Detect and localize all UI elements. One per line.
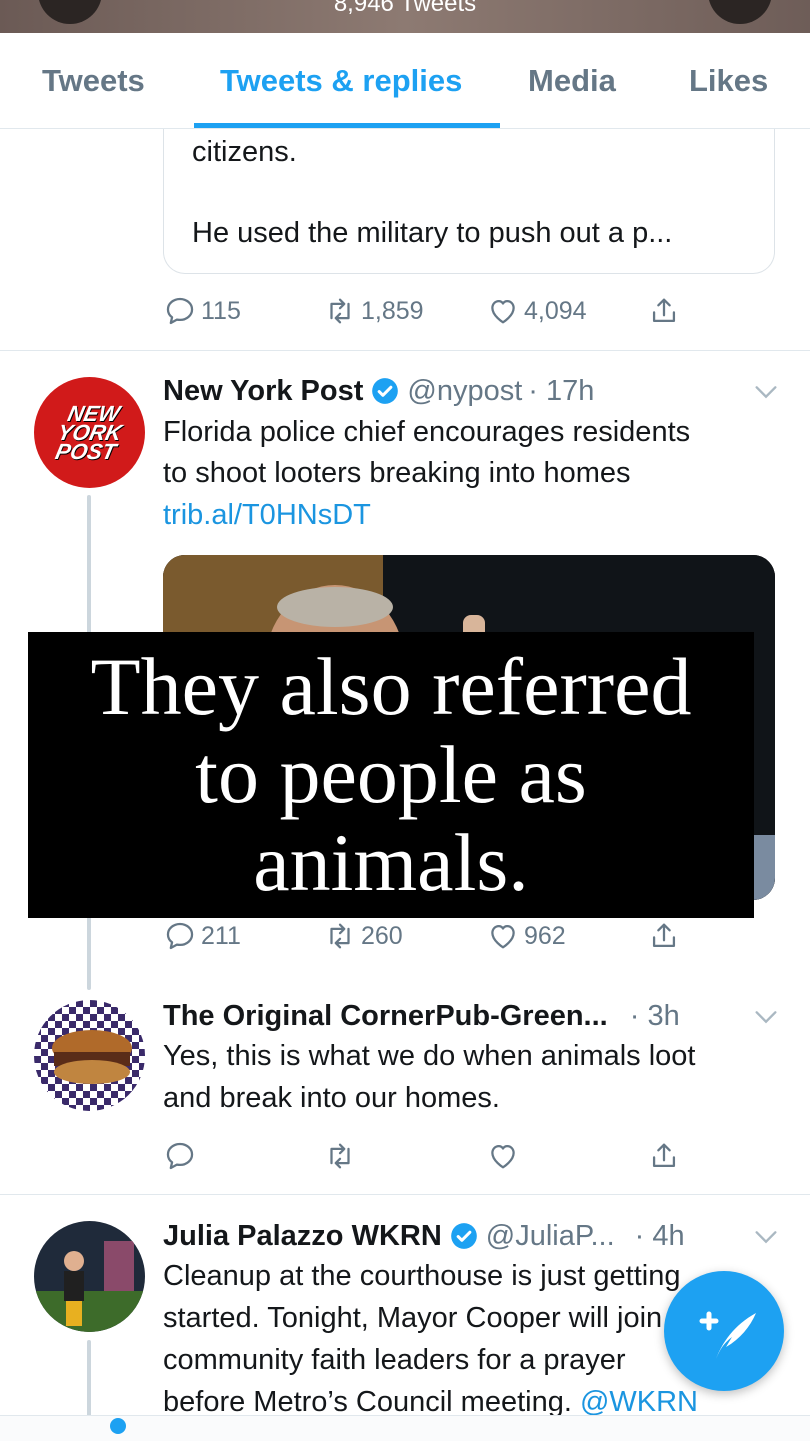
like-button[interactable]: 4,094 — [486, 291, 587, 331]
tweet-time: · 4h — [634, 1219, 685, 1252]
share-button[interactable] — [647, 1136, 681, 1176]
reply-icon — [166, 922, 194, 950]
reply-count: 115 — [201, 296, 241, 325]
tweet-actions: 115 1,859 4,094 — [163, 291, 703, 331]
thread-connector — [87, 1340, 91, 1420]
logo-text: POST — [52, 439, 119, 464]
caption-line: They also referred — [90, 641, 692, 732]
like-count: 4,094 — [524, 296, 587, 325]
profile-tabs: Tweets Tweets & replies Media Likes — [0, 33, 810, 129]
compose-tweet-button[interactable] — [664, 1271, 784, 1391]
retweet-button[interactable]: 260 — [323, 916, 403, 956]
quoted-tweet-text-line: He used the military to push out a p... — [192, 217, 673, 249]
tweet-text-line: and break into our homes. — [163, 1082, 500, 1114]
tweet-actions: 211 260 962 — [163, 916, 703, 956]
retweet-button[interactable] — [323, 1136, 357, 1176]
tweet-time: · 17h — [528, 374, 595, 407]
heart-icon — [491, 924, 515, 949]
heart-icon — [491, 299, 515, 324]
chevron-down-icon[interactable] — [752, 1223, 780, 1251]
tweet-text-line: to shoot looters breaking into homes — [163, 457, 631, 489]
bottom-tab-bar — [0, 1415, 810, 1441]
avatar-image — [34, 1221, 145, 1332]
tweet-header: The Original CornerPub-Green... · 3h — [163, 996, 680, 1036]
quoted-tweet-text-line: citizens. — [192, 136, 297, 168]
display-name[interactable]: New York Post — [163, 375, 363, 408]
verified-badge-icon — [372, 378, 399, 404]
retweet-count: 1,859 — [361, 296, 424, 325]
tweet-header: Julia Palazzo WKRN @JuliaP... · 4h — [163, 1216, 685, 1256]
tweet-text-line: Cleanup at the courthouse is just gettin… — [163, 1260, 681, 1292]
user-handle[interactable]: @nypost — [407, 375, 522, 408]
reply-button[interactable]: 115 — [163, 291, 241, 331]
tweet-text-line: started. Tonight, Mayor Cooper will join — [163, 1302, 663, 1334]
tweet-header: New York Post @nypost · 17h — [163, 371, 594, 411]
tweet-text: before Metro’s Council meeting. — [163, 1386, 572, 1418]
tweet-count: 8,946 Tweets — [333, 0, 477, 17]
quoted-tweet-card[interactable]: citizens. He used the military to push o… — [163, 110, 775, 274]
retweet-count: 260 — [361, 921, 403, 950]
share-icon — [652, 1143, 676, 1168]
tab-tweets-and-replies[interactable]: Tweets & replies — [220, 63, 462, 99]
profile-menu-button[interactable] — [708, 0, 772, 24]
tab-tweets[interactable]: Tweets — [42, 63, 145, 99]
retweet-button[interactable]: 1,859 — [323, 291, 424, 331]
share-button[interactable] — [647, 291, 681, 331]
avatar-image — [34, 1000, 145, 1111]
profile-header-strip: 8,946 Tweets — [0, 0, 810, 33]
tweet-divider — [0, 1194, 810, 1195]
tweet-actions — [163, 1136, 703, 1176]
reply-button[interactable] — [163, 1136, 197, 1176]
retweet-icon — [330, 1143, 350, 1169]
tab-media[interactable]: Media — [528, 63, 616, 99]
avatar[interactable] — [34, 1000, 145, 1111]
retweet-icon — [330, 923, 350, 949]
share-icon — [652, 923, 676, 948]
tweet-link[interactable]: trib.al/T0HNsDT — [163, 499, 371, 532]
display-name[interactable]: The Original CornerPub-Green... — [163, 1000, 608, 1033]
like-button[interactable] — [486, 1136, 520, 1176]
reply-icon — [166, 1142, 194, 1170]
user-handle[interactable]: @JuliaP... — [486, 1220, 615, 1253]
tweet-text-line: community faith leaders for a prayer — [163, 1344, 626, 1376]
tab-likes[interactable]: Likes — [689, 63, 768, 99]
caption-overlay: They also referred to people as animals. — [28, 632, 754, 918]
caption-line: to people as — [195, 729, 587, 820]
retweet-icon — [330, 298, 350, 324]
tweet-divider — [0, 350, 810, 351]
heart-icon — [491, 1144, 515, 1169]
caption-line: animals. — [253, 817, 529, 908]
chevron-down-icon[interactable] — [752, 1003, 780, 1031]
chevron-down-icon[interactable] — [752, 378, 780, 406]
tweet-time: · 3h — [629, 999, 680, 1032]
display-name[interactable]: Julia Palazzo WKRN — [163, 1220, 442, 1253]
nypost-logo: NEW YORK POST — [52, 401, 128, 464]
avatar[interactable]: NEW YORK POST — [34, 377, 145, 488]
share-button[interactable] — [647, 916, 681, 956]
like-count: 962 — [524, 921, 566, 950]
reply-count: 211 — [201, 921, 241, 950]
verified-badge-icon — [450, 1223, 477, 1249]
compose-tweet-icon — [699, 1311, 756, 1359]
like-button[interactable]: 962 — [486, 916, 566, 956]
active-tab-indicator — [194, 123, 500, 128]
tweet-text-line: Yes, this is what we do when animals loo… — [163, 1040, 696, 1072]
tweet-text-line: Florida police chief encourages resident… — [163, 416, 691, 448]
avatar[interactable] — [34, 1221, 145, 1332]
reply-button[interactable]: 211 — [163, 916, 241, 956]
reply-icon — [166, 297, 194, 325]
home-tab-icon[interactable] — [110, 1418, 126, 1434]
share-icon — [652, 298, 676, 323]
